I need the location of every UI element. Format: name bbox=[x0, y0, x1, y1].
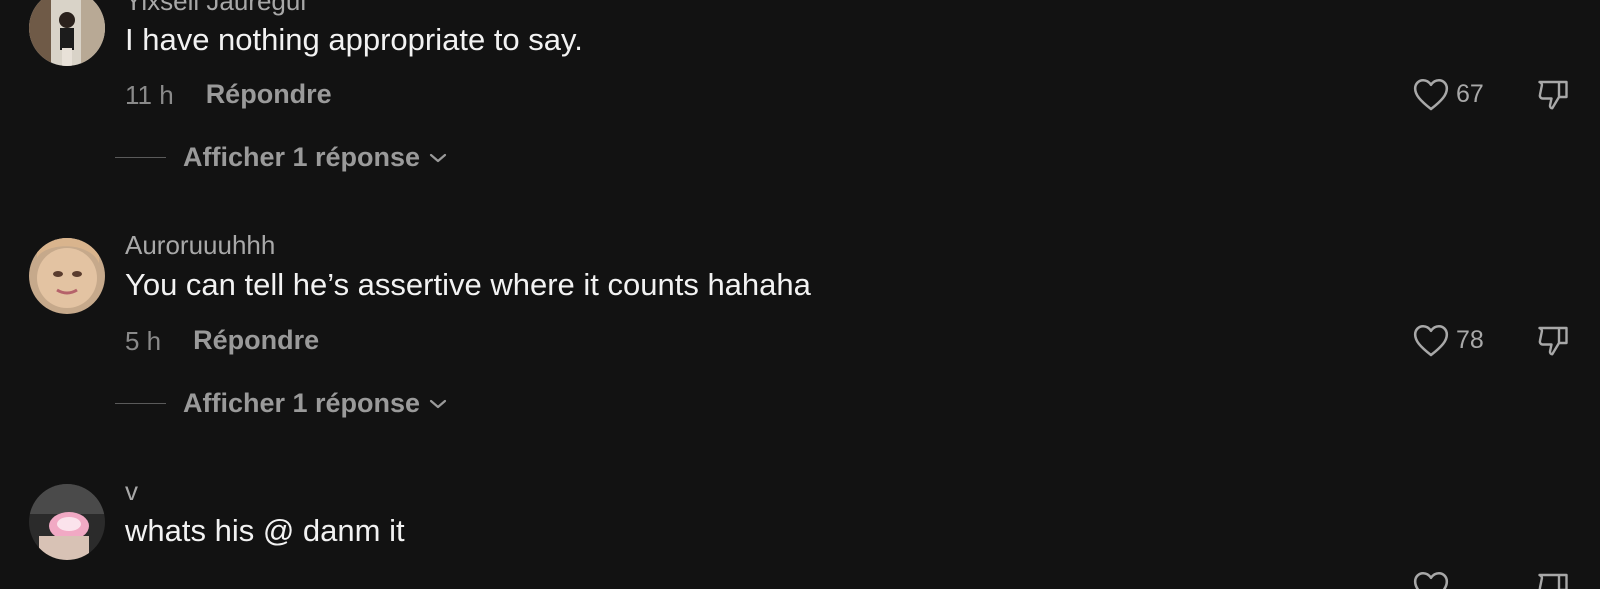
comment-meta: 5 h Répondre bbox=[125, 327, 319, 354]
reply-button[interactable]: Répondre bbox=[206, 81, 332, 108]
avatar[interactable] bbox=[29, 484, 105, 560]
dislike-button[interactable] bbox=[1535, 76, 1571, 112]
heart-outline-icon bbox=[1413, 78, 1449, 111]
heart-outline-icon bbox=[1413, 324, 1449, 357]
dislike-button[interactable] bbox=[1535, 569, 1571, 589]
chevron-down-icon bbox=[429, 153, 447, 162]
comment-meta: 11 h Répondre bbox=[125, 81, 332, 108]
avatar[interactable] bbox=[29, 238, 105, 314]
divider-line bbox=[115, 403, 166, 404]
like-count: 78 bbox=[1456, 325, 1484, 354]
thumbs-down-outline-icon bbox=[1538, 80, 1568, 110]
thumbs-down-outline-icon bbox=[1538, 326, 1568, 356]
comment-time: 11 h bbox=[125, 79, 174, 110]
thumbs-down-outline-icon bbox=[1538, 573, 1568, 589]
comment-time: 5 h bbox=[125, 325, 162, 356]
avatar[interactable] bbox=[29, 0, 105, 66]
comment-username[interactable]: Yixsell Jauregui bbox=[125, 0, 306, 14]
show-replies-label: Afficher 1 réponse bbox=[183, 142, 421, 172]
show-replies-button[interactable]: Afficher 1 réponse bbox=[115, 388, 448, 419]
like-button[interactable]: 67 bbox=[1412, 76, 1484, 112]
comment-text: whats his @ danm it bbox=[125, 513, 405, 548]
comment-text: You can tell he’s assertive where it cou… bbox=[125, 267, 811, 302]
like-button[interactable] bbox=[1412, 569, 1450, 589]
like-button[interactable]: 78 bbox=[1412, 322, 1484, 358]
comments-panel: Yixsell Jauregui I have nothing appropri… bbox=[0, 0, 1600, 589]
show-replies-label: Afficher 1 réponse bbox=[183, 388, 421, 418]
comment-username[interactable]: v bbox=[125, 478, 138, 504]
reply-button[interactable]: Répondre bbox=[193, 327, 319, 354]
heart-outline-icon bbox=[1413, 571, 1449, 589]
like-count: 67 bbox=[1456, 79, 1484, 108]
comment-username[interactable]: Auroruuuhhh bbox=[125, 232, 275, 258]
show-replies-button[interactable]: Afficher 1 réponse bbox=[115, 142, 448, 173]
chevron-down-icon bbox=[429, 399, 447, 408]
divider-line bbox=[115, 157, 166, 158]
dislike-button[interactable] bbox=[1535, 322, 1571, 358]
comment-text: I have nothing appropriate to say. bbox=[125, 22, 583, 57]
